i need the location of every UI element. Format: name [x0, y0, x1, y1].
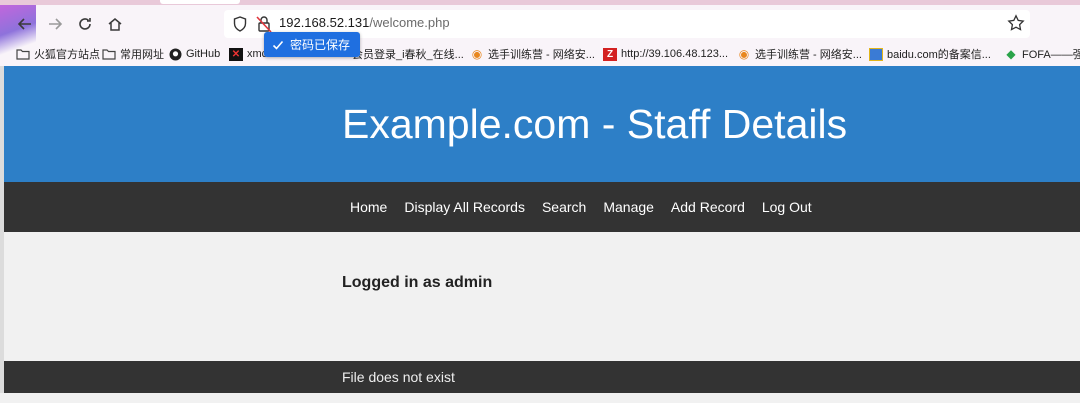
bookmark-item[interactable]: GitHub [168, 46, 220, 62]
nav-add-record[interactable]: Add Record [671, 199, 745, 215]
flame-icon: ◉ [471, 47, 483, 61]
bookmark-label: 火狐官方站点 [34, 49, 100, 61]
browser-chrome: 192.168.52.131/welcome.php 密码已保存 火狐官方站点 … [0, 0, 1080, 66]
x-icon: ✕ [229, 47, 243, 61]
logged-in-status: Logged in as admin [342, 274, 493, 291]
bookmark-label: 选手训练营 - 网络安... [755, 49, 862, 61]
bookmark-label: baidu.com的备案信... [887, 49, 991, 61]
nav-search[interactable]: Search [542, 199, 586, 215]
bookmark-item[interactable]: 常用网址 [102, 46, 164, 62]
toast-text: 密码已保存 [290, 38, 351, 52]
bookmark-star-icon[interactable] [1007, 14, 1025, 32]
footer-message: File does not exist [342, 369, 455, 385]
check-icon [272, 40, 284, 50]
fofa-icon: ◆ [1006, 47, 1016, 61]
nav-display-all-records[interactable]: Display All Records [404, 199, 525, 215]
url-text[interactable]: 192.168.52.131/welcome.php [279, 15, 450, 30]
nav-home[interactable]: Home [350, 199, 387, 215]
forward-button[interactable] [44, 13, 66, 35]
bookmark-label: 会员登录_i春秋_在线... [352, 49, 464, 61]
arrow-right-icon [49, 18, 63, 30]
bookmark-item[interactable]: ◆ FOFA——强大 [1004, 46, 1080, 62]
reload-icon [79, 18, 91, 30]
bookmark-item[interactable]: ◉ 选手训练营 - 网络安... [737, 46, 862, 62]
bookmark-label: FOFA——强大 [1022, 49, 1080, 61]
home-button[interactable] [104, 13, 126, 35]
site-header: Example.com - Staff Details [4, 66, 1080, 182]
z-icon: Z [603, 47, 617, 61]
bookmark-item[interactable]: 会员登录_i春秋_在线... [352, 46, 464, 62]
bookmark-label: 常用网址 [120, 49, 164, 61]
main-content: Logged in as admin [4, 232, 1080, 361]
password-saved-toast: 密码已保存 [264, 32, 361, 57]
flame-icon: ◉ [738, 47, 750, 61]
active-tab-hint[interactable] [160, 0, 240, 4]
nav-manage[interactable]: Manage [603, 199, 654, 215]
shield-icon[interactable] [233, 16, 247, 32]
bookmarks-toolbar: 火狐官方站点 常用网址 GitHub ✕ xmc 会员登录_i春秋_在线... … [0, 42, 1080, 64]
folder-icon [102, 48, 116, 61]
url-host: 192.168.52.131 [279, 15, 370, 30]
bookmark-label: http://39.106.48.123... [621, 48, 729, 60]
folder-icon [16, 48, 30, 61]
tab-strip [0, 0, 1080, 5]
bookmark-label: GitHub [186, 48, 221, 60]
reload-button[interactable] [74, 13, 96, 35]
nav-links: Home Display All Records Search Manage A… [350, 199, 812, 215]
nav-log-out[interactable]: Log Out [762, 199, 812, 215]
main-nav: Home Display All Records Search Manage A… [4, 182, 1080, 232]
url-path: /welcome.php [369, 15, 450, 30]
arrow-left-icon [17, 18, 31, 30]
bookmark-item[interactable]: baidu.com的备案信... [869, 46, 991, 62]
back-button[interactable] [14, 13, 36, 35]
bookmark-label: 选手训练营 - 网络安... [488, 49, 595, 61]
github-icon [168, 48, 182, 61]
page-title: Example.com - Staff Details [342, 101, 848, 147]
site-footer: File does not exist [4, 361, 1080, 393]
insecure-lock-icon[interactable] [256, 15, 272, 33]
home-icon [108, 18, 122, 31]
bookmark-item[interactable]: Z http://39.106.48.123... [603, 46, 728, 62]
page-bottom [0, 393, 1080, 403]
bookmark-item[interactable]: 火狐官方站点 [16, 46, 100, 62]
bookmark-item[interactable]: ◉ 选手训练营 - 网络安... [470, 46, 595, 62]
bookmark-item[interactable]: ✕ xmc [229, 46, 267, 62]
page-icon [869, 47, 883, 61]
